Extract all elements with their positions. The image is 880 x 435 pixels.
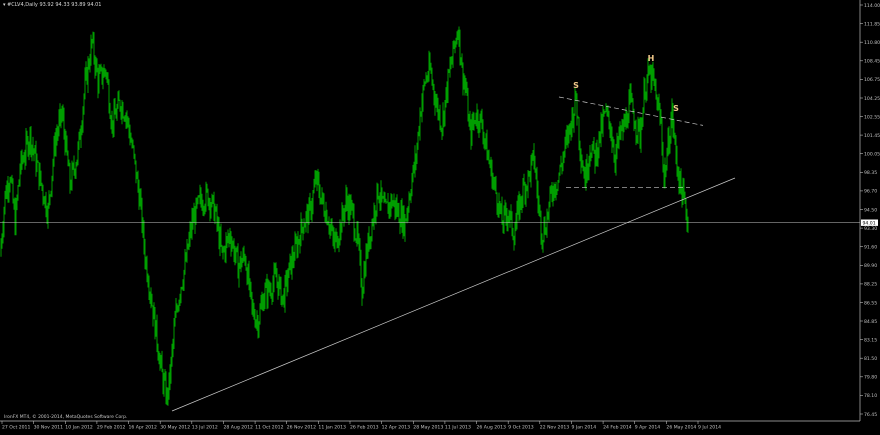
price-chart[interactable]: S H S 114.00 111.85 110.80 108.45 106.75 104.25… — [0, 0, 880, 431]
chart-canvas[interactable]: S H S 114.00 111.85 110.80 108.45 106.75 104.25… — [0, 0, 880, 431]
time-axis: 27 Oct 2011 30 Nov 2011 10 Jan 2012 29 Feb … — [0, 420, 860, 431]
trendlines — [0, 96, 860, 412]
x-tick-label: 16 Apr 2012 — [129, 425, 157, 431]
ohlc-values: 93.92 94.33 93.89 94.01 — [39, 2, 102, 8]
x-tick-label: 28 Aug 2012 — [224, 425, 254, 431]
y-tick-label: 108.45 — [864, 59, 880, 65]
y-tick-label: 96.70 — [864, 189, 877, 195]
x-tick-label: 9 Oct 2013 — [508, 425, 534, 431]
symbol-label: #CLV4,Daily — [7, 2, 38, 8]
x-tick-label: 11 Oct 2012 — [255, 425, 283, 431]
y-tick-label: 83.15 — [864, 337, 877, 343]
x-tick-label: 26 Feb 2013 — [350, 425, 379, 431]
x-tick-label: 26 May 2014 — [666, 425, 696, 431]
y-tick-label: 106.75 — [864, 77, 880, 83]
y-tick-label: 102.55 — [864, 114, 880, 120]
dropdown-triangle-icon[interactable]: ▾ — [3, 2, 6, 8]
x-tick-label: 22 Nov 2013 — [540, 425, 569, 431]
x-tick-label: 12 Apr 2013 — [382, 425, 410, 431]
x-tick-label: 11 Jan 2013 — [318, 425, 346, 431]
support-trendline[interactable] — [171, 177, 736, 412]
x-tick-label: 30 May 2012 — [160, 425, 190, 431]
x-tick-label: 26 Aug 2013 — [477, 425, 507, 431]
y-tick-label: 100.05 — [864, 152, 880, 158]
y-tick-label: 93.30 — [864, 226, 877, 232]
copyright-text: IronFX MT4, © 2001-2014, MetaQuotes Soft… — [4, 415, 128, 420]
x-tick-label: 11 Jul 2013 — [445, 425, 471, 431]
current-price-label: 94.01 — [863, 221, 876, 227]
pattern-label-1: H — [648, 54, 655, 63]
y-tick-label: 81.50 — [864, 356, 877, 362]
x-tick-label: 30 Nov 2011 — [34, 425, 63, 431]
y-tick-label: 91.60 — [864, 245, 877, 251]
price-axis: 114.00 111.85 110.80 108.45 106.75 104.25 102.… — [859, 0, 880, 421]
candles-series — [0, 26, 689, 406]
x-tick-label: 29 Feb 2012 — [97, 425, 126, 431]
y-tick-label: 98.35 — [864, 170, 877, 176]
y-tick-label: 78.10 — [864, 393, 877, 399]
y-tick-label: 114.00 — [864, 3, 880, 9]
pattern-label-0: S — [573, 81, 579, 90]
x-tick-label: 9 Jul 2014 — [698, 425, 721, 431]
x-tick-label: 10 Jan 2012 — [65, 425, 93, 431]
x-tick-label: 27 Oct 2011 — [2, 425, 30, 431]
y-tick-label: 86.55 — [864, 300, 877, 306]
y-tick-label: 111.85 — [864, 21, 880, 27]
y-tick-label: 76.45 — [864, 412, 877, 418]
y-tick-label: 89.90 — [864, 263, 877, 269]
x-tick-label: 24 Feb 2014 — [603, 425, 632, 431]
x-tick-label: 13 Jul 2012 — [192, 425, 218, 431]
pattern-labels: S H S — [573, 54, 679, 113]
y-tick-label: 94.50 — [864, 207, 877, 213]
y-tick-label: 101.45 — [864, 133, 880, 139]
y-tick-label: 104.25 — [864, 96, 880, 102]
y-tick-label: 84.85 — [864, 319, 877, 325]
y-tick-label: 110.80 — [864, 40, 880, 46]
x-tick-label: 28 May 2013 — [413, 425, 443, 431]
chart-header: ▾ #CLV4,Daily 93.92 94.33 93.89 94.01 — [3, 2, 102, 8]
x-tick-label: 26 Nov 2012 — [287, 425, 316, 431]
pattern-label-2: S — [673, 104, 679, 113]
x-tick-label: 9 Jan 2014 — [572, 425, 597, 431]
y-tick-label: 88.25 — [864, 282, 877, 288]
y-tick-label: 79.80 — [864, 375, 877, 381]
x-tick-label: 9 Apr 2014 — [635, 425, 661, 431]
